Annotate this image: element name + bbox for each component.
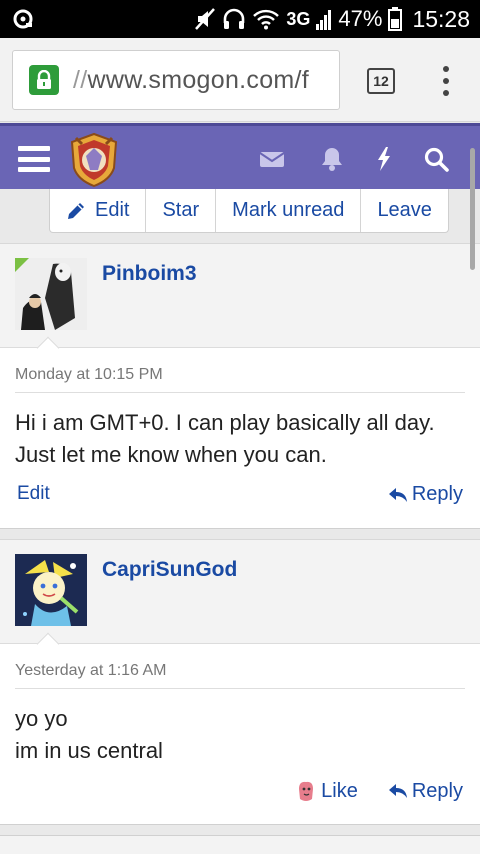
tab-switcher-button[interactable]: 12 (367, 68, 395, 94)
pencil-icon (68, 202, 84, 219)
reply-icon (388, 784, 407, 798)
post: CapriSunGod Yesterday at 1:16 AM yo yo i… (0, 539, 480, 825)
post-username[interactable]: CapriSunGod (102, 558, 237, 582)
post-body: Monday at 10:15 PM Hi i am GMT+0. I can … (0, 348, 480, 523)
post-body: Yesterday at 1:16 AM yo yo im in us cent… (0, 644, 480, 819)
hamburger-icon[interactable] (18, 146, 50, 172)
like-icon (299, 781, 314, 801)
post-actions: Edit Reply (15, 471, 465, 523)
post-actions: Like Reply (15, 767, 465, 819)
post-message: yo yo im in us central (15, 689, 465, 767)
post-message-line: im in us central (15, 738, 163, 763)
thread-action-bar: Edit Star Mark unread Leave (49, 189, 449, 233)
wifi-icon (253, 9, 280, 30)
post-message: Hi i am GMT+0. I can play basically all … (15, 393, 465, 471)
status-bar: 3G 47% 15:28 (0, 0, 480, 38)
clock: 15:28 (412, 5, 470, 32)
thread-actions-strip: Edit Star Mark unread Leave (0, 189, 480, 243)
star-button[interactable]: Star (146, 189, 217, 232)
edit-thread-button[interactable]: Edit (50, 189, 147, 232)
post-message-line: yo yo (15, 706, 68, 731)
lock-icon (29, 65, 59, 95)
leave-button[interactable]: Leave (361, 189, 448, 232)
reply-icon (388, 487, 407, 502)
avatar[interactable] (15, 258, 87, 330)
post-username[interactable]: Pinboim3 (102, 262, 197, 286)
battery-level: 47% (338, 6, 383, 31)
search-icon[interactable] (423, 146, 451, 172)
reply-link[interactable]: Reply (388, 483, 463, 506)
post-author-panel: Pinboim3 (0, 244, 480, 360)
post: Pinboim3 Monday at 10:15 PM Hi i am GMT+… (0, 243, 480, 529)
mute-icon (195, 8, 216, 30)
bell-icon[interactable] (318, 146, 346, 172)
mark-unread-button[interactable]: Mark unread (216, 189, 362, 232)
mail-icon[interactable] (258, 146, 286, 172)
smogon-logo[interactable] (66, 132, 122, 188)
post-action-links: Reply (388, 483, 463, 506)
url-text: //www.smogon.com/f (73, 65, 310, 94)
address-bar[interactable]: //www.smogon.com/f (12, 50, 340, 110)
thread-content[interactable]: Edit Star Mark unread Leave Pinboim3 Mon (0, 189, 480, 854)
page-scrollbar[interactable] (470, 148, 475, 270)
network-type: 3G (286, 8, 311, 29)
headphones-icon (224, 8, 245, 29)
bolt-icon[interactable] (370, 146, 398, 172)
post-date[interactable]: Monday at 10:15 PM (15, 348, 465, 393)
edit-post-link[interactable]: Edit (17, 483, 50, 505)
battery-icon (388, 7, 403, 31)
overflow-menu-icon[interactable] (436, 66, 456, 96)
signal-icon (316, 10, 332, 30)
post-action-links: Like Reply (295, 779, 463, 803)
reply-link[interactable]: Reply (388, 780, 463, 803)
notification-icon (13, 9, 33, 29)
browser-toolbar: //www.smogon.com/f 12 (0, 38, 480, 122)
like-link[interactable]: Like (295, 779, 358, 803)
site-header (0, 123, 480, 189)
post-author-panel: CapriSunGod (0, 540, 480, 656)
next-post-partial (0, 835, 480, 854)
post-message-line: Just let me know when you can. (15, 442, 327, 467)
post-date[interactable]: Yesterday at 1:16 AM (15, 644, 465, 689)
post-message-line: Hi i am GMT+0. I can play basically all … (15, 410, 435, 435)
avatar[interactable] (15, 554, 87, 626)
